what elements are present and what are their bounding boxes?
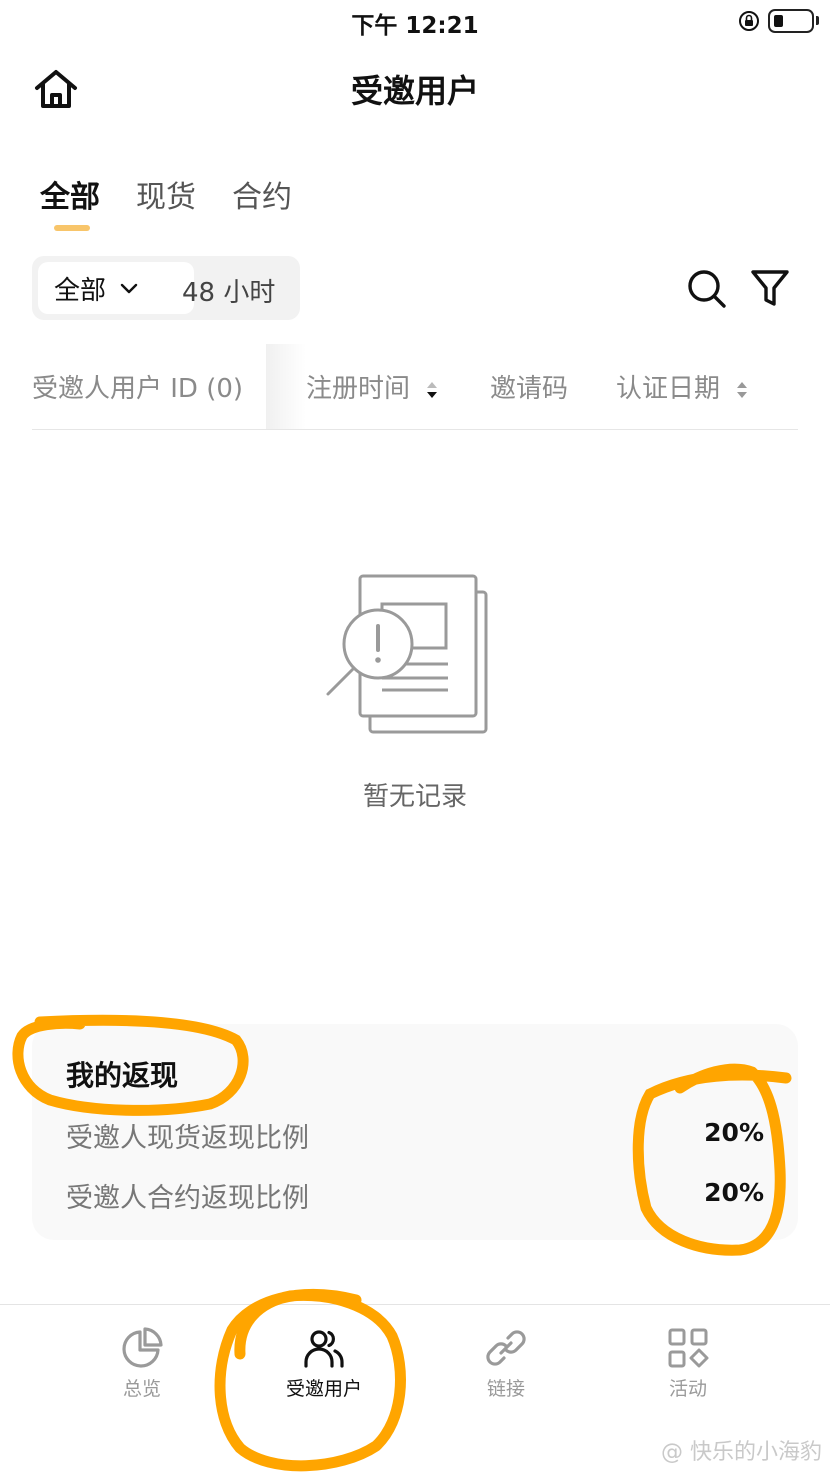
battery-tip xyxy=(816,16,819,25)
grid-diamond-icon xyxy=(668,1328,709,1368)
nav-links-label: 链接 xyxy=(486,1378,525,1400)
futures-rebate-value: 20% xyxy=(704,1178,764,1207)
table-header-divider xyxy=(32,429,798,430)
spot-rebate-label: 受邀人现货返现比例 xyxy=(66,1123,309,1154)
search-button[interactable] xyxy=(684,266,728,310)
status-bar: 下午 12:21 xyxy=(0,0,830,44)
nav-activities-label: 活动 xyxy=(668,1378,707,1400)
tab-futures[interactable]: 合约 xyxy=(232,172,292,216)
filter-funnel-icon xyxy=(751,270,789,306)
pie-chart-icon xyxy=(122,1327,163,1368)
column-invitee-id: 受邀人用户 ID (0) xyxy=(32,374,244,404)
empty-state-text: 暂无记录 xyxy=(362,782,467,812)
users-icon xyxy=(304,1330,344,1368)
sort-icon xyxy=(427,381,438,398)
nav-invited-users-label: 受邀用户 xyxy=(285,1378,362,1400)
filter-button[interactable] xyxy=(748,266,792,310)
chevron-down-icon xyxy=(120,283,138,294)
nav-activities[interactable]: 活动 xyxy=(618,1326,758,1401)
futures-rebate-label: 受邀人合约返现比例 xyxy=(66,1183,309,1214)
nav-overview-label: 总览 xyxy=(122,1378,161,1400)
page-title: 受邀用户 xyxy=(350,72,479,110)
nav-links[interactable]: 链接 xyxy=(436,1326,576,1401)
search-icon xyxy=(688,270,726,308)
nav-invited-users[interactable]: 受邀用户 xyxy=(254,1326,394,1401)
nav-overview[interactable]: 总览 xyxy=(72,1326,212,1401)
column-verify-date-label: 认证日期 xyxy=(616,374,721,404)
time-range-option[interactable]: 48 小时 xyxy=(182,272,275,309)
scope-dropdown[interactable]: 全部 xyxy=(38,262,194,314)
spot-rebate-value: 20% xyxy=(704,1118,764,1147)
active-tab-indicator xyxy=(54,225,90,231)
tab-spot[interactable]: 现货 xyxy=(136,172,196,216)
watermark: @ 快乐的小海豹 xyxy=(661,1440,822,1465)
column-register-time[interactable]: 注册时间 xyxy=(306,368,438,405)
rebate-title: 我的返现 xyxy=(66,1059,179,1092)
column-scroll-shadow xyxy=(266,344,306,430)
column-invite-code: 邀请码 xyxy=(490,374,569,404)
scope-dropdown-value: 全部 xyxy=(54,275,107,306)
column-verify-date[interactable]: 认证日期 xyxy=(616,368,748,405)
no-records-icon xyxy=(326,574,488,734)
column-register-time-label: 注册时间 xyxy=(306,374,411,404)
sort-icon xyxy=(737,381,748,398)
battery-icon xyxy=(768,9,814,33)
rotation-lock-icon xyxy=(739,11,759,31)
status-time: 下午 12:21 xyxy=(351,13,479,39)
link-icon xyxy=(486,1330,526,1366)
tab-all[interactable]: 全部 xyxy=(40,172,100,216)
